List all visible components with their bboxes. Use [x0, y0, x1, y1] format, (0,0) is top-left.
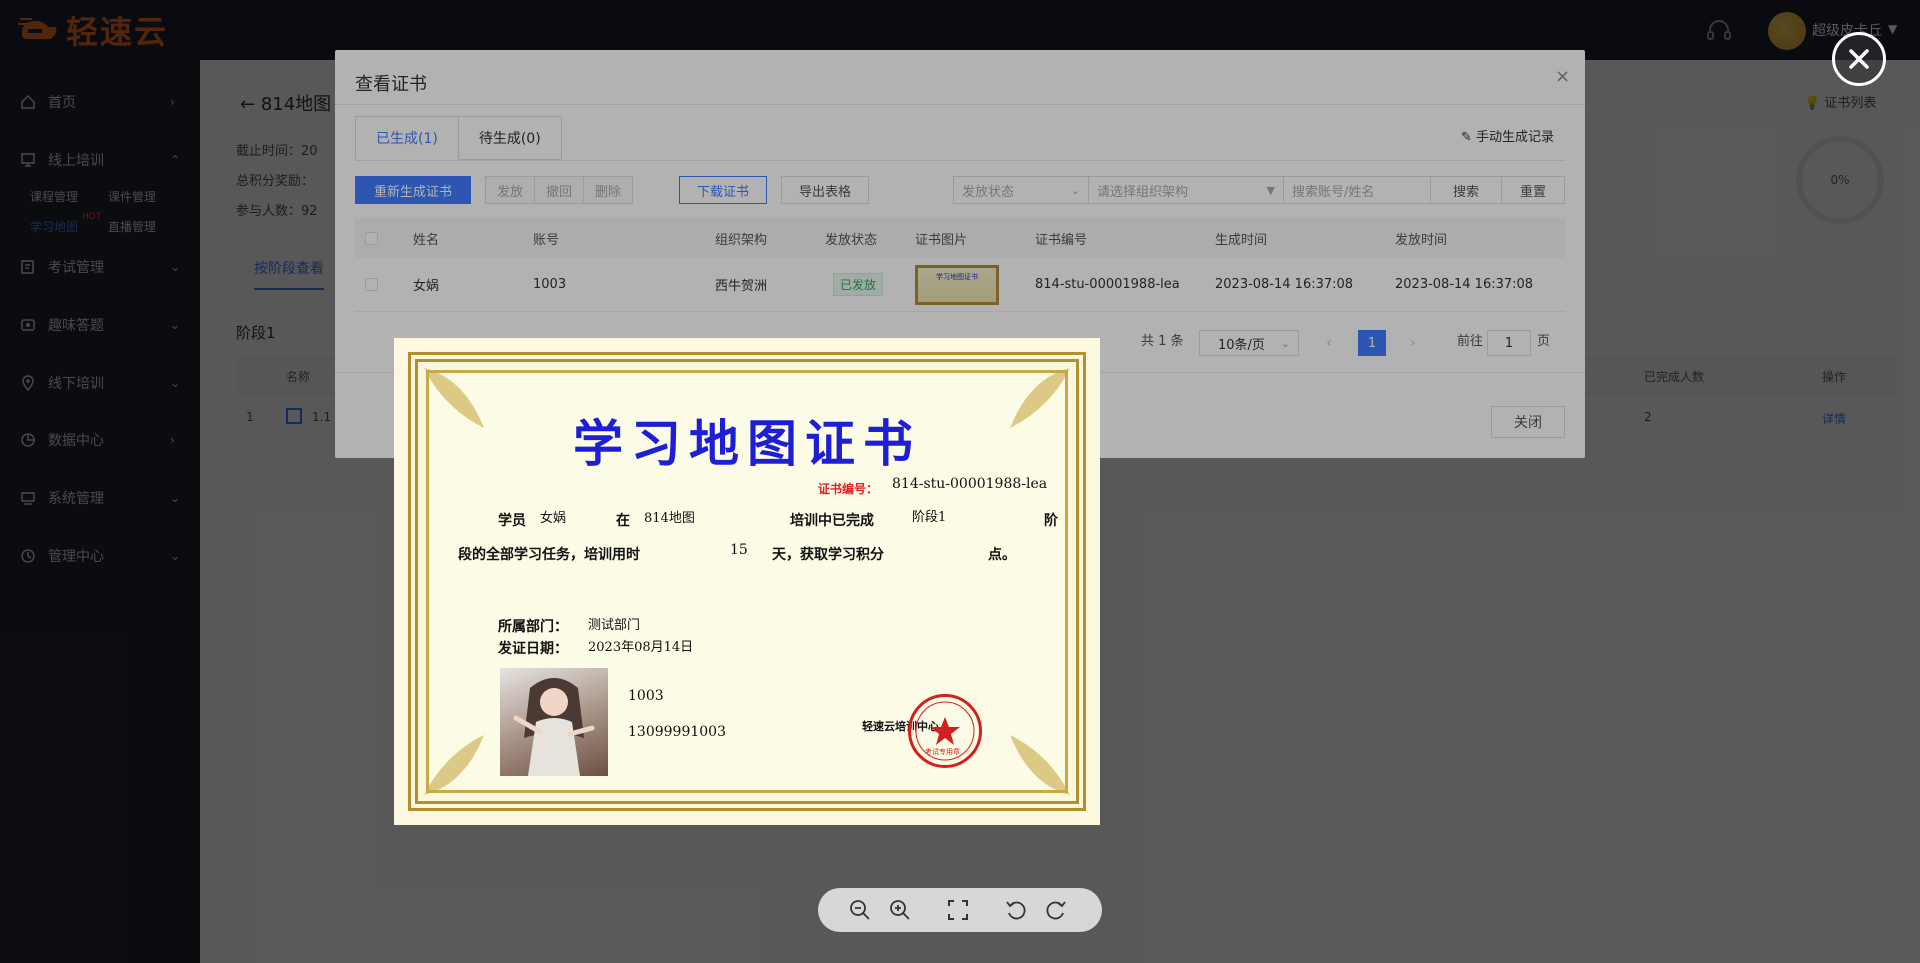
- dept-label: 所属部门：: [498, 619, 568, 635]
- viewer-toolbar: [818, 888, 1102, 932]
- certificate-image[interactable]: 学习地图证书 证书编号： 814-stu-00001988-lea 学员 女娲 …: [394, 338, 1100, 825]
- trainee-label: 学员: [498, 513, 526, 529]
- date-value: 2023年08月14日: [588, 640, 694, 655]
- trainee-name: 女娲: [540, 511, 567, 526]
- stage-suffix: 阶: [1044, 513, 1058, 529]
- date-label: 发证日期：: [498, 641, 568, 657]
- dept-value: 测试部门: [588, 618, 641, 633]
- at-label: 在: [616, 513, 630, 529]
- rotate-right-icon[interactable]: [1044, 898, 1068, 922]
- points-suffix: 点。: [988, 547, 1016, 563]
- zoom-out-icon[interactable]: [848, 898, 872, 922]
- corner-ornament-icon: [424, 735, 484, 795]
- viewer-close-button[interactable]: [1832, 32, 1886, 86]
- stage-name: 阶段1: [912, 510, 947, 525]
- tasks-label: 段的全部学习任务，培训用时: [458, 547, 640, 563]
- map-name: 814地图: [644, 511, 695, 526]
- corner-ornament-icon: [1010, 735, 1070, 795]
- rotate-left-icon[interactable]: [1004, 898, 1028, 922]
- cert-account: 1003: [628, 688, 664, 704]
- days-value: 15: [730, 542, 748, 558]
- cert-no-value: 814-stu-00001988-lea: [892, 476, 1048, 492]
- fullscreen-icon[interactable]: [946, 898, 970, 922]
- seal-text: 考试专用章: [925, 748, 960, 756]
- portrait-illustration: [513, 678, 595, 776]
- trainee-portrait: [500, 668, 608, 776]
- zoom-in-icon[interactable]: [888, 898, 912, 922]
- cert-no-label: 证书编号：: [818, 482, 879, 496]
- close-icon: [1849, 49, 1869, 69]
- official-seal: 考试专用章: [908, 694, 982, 768]
- days-label: 天，获取学习积分: [772, 547, 884, 563]
- cert-phone: 13099991003: [628, 724, 726, 740]
- certificate-title: 学习地图证书: [573, 414, 921, 473]
- done-label: 培训中已完成: [790, 513, 874, 529]
